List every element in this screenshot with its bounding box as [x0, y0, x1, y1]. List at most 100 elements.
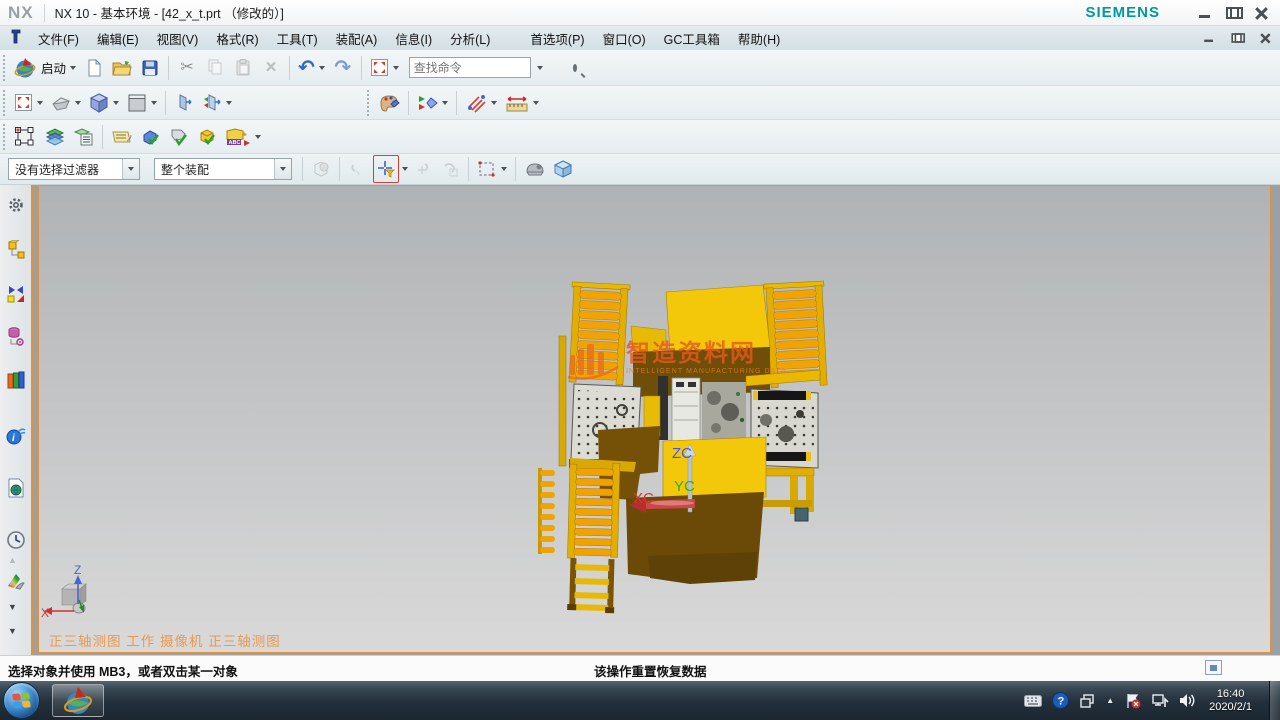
model-rollers-far-left[interactable]	[538, 468, 555, 554]
wcs-y-label: YC	[674, 478, 695, 495]
roles-gear-icon[interactable]	[3, 192, 29, 218]
model-pole-left[interactable]	[559, 336, 566, 466]
command-finder[interactable]	[409, 57, 531, 78]
start-menu-button[interactable]: 启动	[11, 54, 79, 82]
clearance-analysis-button[interactable]	[462, 89, 500, 117]
hd3d-tool-icon[interactable]: i	[3, 422, 29, 448]
lasso-select-button[interactable]	[474, 155, 510, 183]
render-style-button[interactable]	[48, 89, 84, 117]
volume-icon[interactable]	[1178, 692, 1196, 710]
history-icon[interactable]	[3, 527, 29, 553]
show-hide-button[interactable]	[414, 89, 451, 117]
general-object-button[interactable]	[521, 155, 548, 183]
scroll-down-icon[interactable]: ▼	[8, 626, 17, 636]
edit-section-button[interactable]	[199, 89, 235, 117]
show-hide-icon	[417, 93, 438, 113]
layer-category-button[interactable]	[70, 123, 97, 151]
menu-help[interactable]: 帮助(H)	[729, 26, 789, 51]
start-label: 启动	[41, 58, 66, 77]
model-conveyor-bottom[interactable]	[566, 462, 620, 613]
close-button[interactable]	[1254, 7, 1268, 19]
menu-edit[interactable]: 编辑(E)	[88, 26, 148, 51]
toolbar-grip[interactable]	[2, 55, 7, 81]
measure-button[interactable]	[502, 89, 542, 117]
part-navigator-icon[interactable]	[3, 323, 29, 349]
constraint-navigator-icon[interactable]	[3, 281, 29, 307]
scroll-down-icon[interactable]: ▼	[8, 602, 17, 612]
start-button[interactable]	[3, 682, 40, 719]
assembly-navigator-icon[interactable]	[3, 237, 29, 263]
undo-button[interactable]: ↶	[295, 54, 328, 82]
redo-button[interactable]: ↷	[330, 54, 356, 82]
paste-icon	[235, 59, 251, 76]
web-browser-icon[interactable]	[3, 475, 29, 501]
taskbar-nx-app[interactable]	[52, 684, 104, 717]
chevron-down-icon	[491, 101, 497, 105]
reuse-library-icon[interactable]	[3, 367, 29, 393]
open-button[interactable]	[109, 54, 135, 82]
menu-file[interactable]: 文件(F)	[29, 26, 88, 51]
hand-snap-button	[437, 155, 463, 183]
model-brown-slab[interactable]	[648, 552, 757, 584]
doc-close-button[interactable]	[1259, 33, 1270, 43]
graphics-viewport[interactable]: ZC YC XC Z X 智造资料网	[38, 185, 1271, 653]
help-icon[interactable]: ?	[1051, 692, 1069, 710]
combo-arrow[interactable]	[274, 159, 291, 179]
model-left-plate[interactable]	[631, 326, 666, 353]
combo-arrow[interactable]	[122, 159, 139, 179]
restore-windows-icon[interactable]	[1078, 692, 1096, 710]
toolbar-grip[interactable]	[2, 124, 7, 150]
menu-format[interactable]: 格式(R)	[207, 26, 267, 51]
network-icon[interactable]	[1151, 692, 1169, 710]
model-top-plate[interactable]	[666, 285, 770, 353]
search-input[interactable]	[410, 61, 573, 75]
assembly-model-3d[interactable]: ZC YC XC Z X	[39, 186, 1270, 652]
menu-information[interactable]: 信息(I)	[386, 26, 441, 51]
fit-view-button[interactable]	[11, 89, 46, 117]
solid-check-button[interactable]	[194, 123, 220, 151]
menu-preferences[interactable]: 首选项(P)	[521, 26, 593, 51]
chevron-down-icon[interactable]	[402, 167, 408, 171]
selection-scope-combo[interactable]: 整个装配	[154, 158, 292, 180]
action-center-flag-icon[interactable]	[1124, 692, 1142, 710]
show-desktop-button[interactable]	[1269, 681, 1280, 720]
layer-settings-button[interactable]	[40, 123, 68, 151]
visualization-button[interactable]	[375, 89, 403, 117]
model-brown-upper[interactable]	[633, 347, 770, 397]
menu-assemblies[interactable]: 装配(A)	[327, 26, 387, 51]
geometry-check-button[interactable]	[138, 123, 164, 151]
save-button[interactable]	[137, 54, 163, 82]
show-hidden-icons[interactable]: ▲	[1105, 692, 1115, 710]
chevron-down-icon[interactable]	[537, 66, 543, 70]
title-bar: NX NX 10 - 基本环境 - [42_x_t.prt （修改的）] SIE…	[0, 0, 1280, 26]
clip-section-button[interactable]	[171, 89, 197, 117]
model-conveyor-left-top[interactable]	[567, 282, 630, 385]
object-display-button[interactable]	[11, 123, 38, 151]
orient-view-button[interactable]	[86, 89, 122, 117]
menu-analysis[interactable]: 分析(L)	[441, 26, 499, 51]
menu-window[interactable]: 窗口(O)	[594, 26, 655, 51]
minimize-button[interactable]	[1198, 7, 1212, 19]
restore-button[interactable]	[1226, 7, 1240, 19]
toolbar-grip[interactable]	[2, 90, 7, 116]
new-file-icon	[85, 59, 103, 77]
fit-view-icon	[14, 93, 33, 112]
selection-filter-combo[interactable]: 没有选择过滤器	[8, 158, 140, 180]
solid-body-button[interactable]	[550, 155, 576, 183]
menu-tools[interactable]: 工具(T)	[268, 26, 327, 51]
clock[interactable]: 16:40 2020/2/1	[1209, 688, 1252, 714]
fit-check-button[interactable]	[166, 123, 192, 151]
touch-mode-button[interactable]	[367, 54, 402, 82]
new-file-button[interactable]	[81, 54, 107, 82]
toolbar-grip[interactable]	[366, 90, 371, 116]
doc-minimize-button[interactable]	[1203, 33, 1214, 43]
background-button[interactable]	[124, 89, 160, 117]
text-check-button[interactable]: ABC	[222, 123, 264, 151]
keyboard-icon[interactable]	[1024, 692, 1042, 710]
doc-restore-button[interactable]	[1231, 33, 1242, 43]
menu-gc-toolbox[interactable]: GC工具箱	[655, 26, 729, 51]
annotation-button[interactable]	[108, 123, 136, 151]
point-filter-button[interactable]	[373, 155, 399, 183]
menu-view[interactable]: 视图(V)	[148, 26, 208, 51]
window-clip-icon[interactable]	[1205, 660, 1222, 675]
